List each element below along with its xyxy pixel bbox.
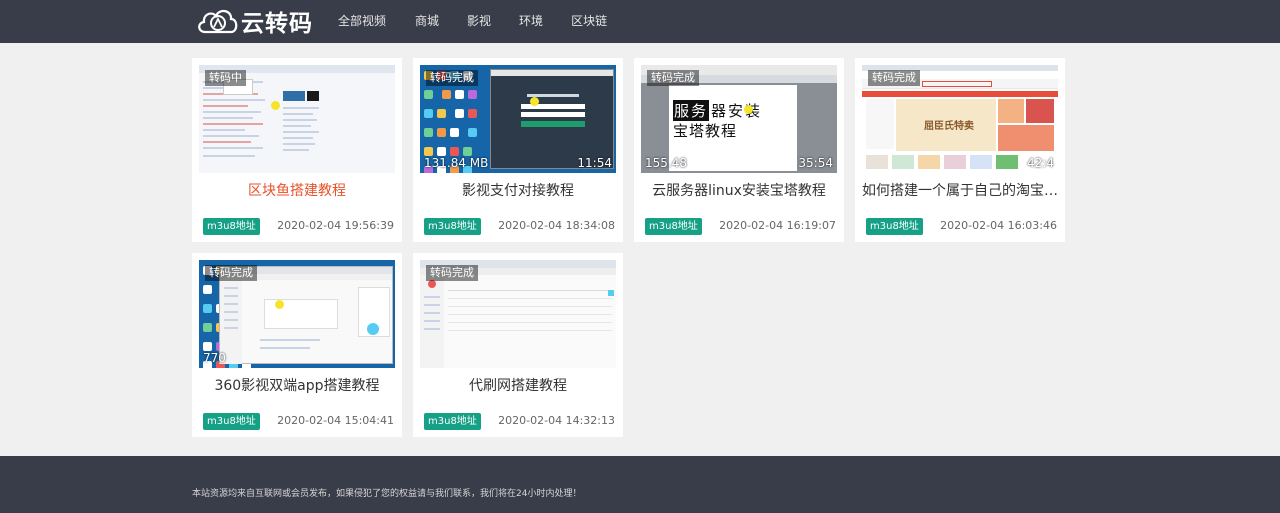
- file-size: 131.84 MB: [424, 156, 489, 170]
- video-card[interactable]: 转码完成 代刷网搭建教程 m3u8地址 2020-02-04 14:32:13: [413, 253, 623, 437]
- transcode-status-badge: 转码完成: [205, 265, 257, 281]
- nav-movies[interactable]: 影视: [467, 0, 491, 43]
- video-title[interactable]: 影视支付对接教程: [420, 180, 616, 200]
- video-title[interactable]: 代刷网搭建教程: [420, 375, 616, 395]
- file-size: 770: [203, 351, 226, 365]
- nav-blockchain[interactable]: 区块链: [571, 0, 607, 43]
- video-duration: 11:54: [577, 156, 612, 170]
- nav-all-videos[interactable]: 全部视频: [338, 0, 386, 43]
- m3u8-link-tag[interactable]: m3u8地址: [866, 218, 923, 235]
- nav-environment[interactable]: 环境: [519, 0, 543, 43]
- main-nav: 全部视频 商城 影视 环境 区块链: [338, 0, 635, 43]
- video-card[interactable]: 服务 器安装 宝塔教程 转码完成 155.48 35:54 云服务器linux安…: [634, 58, 844, 242]
- video-thumbnail[interactable]: 服务 器安装 宝塔教程 转码完成 155.48 35:54: [641, 65, 837, 173]
- transcode-status-badge: 转码完成: [426, 265, 478, 281]
- video-card[interactable]: 转码完成 770 360影视双端app搭建教程 m3u8地址 2020-02-0…: [192, 253, 402, 437]
- upload-date: 2020-02-04 14:32:13: [498, 414, 615, 427]
- m3u8-link-tag[interactable]: m3u8地址: [203, 413, 260, 430]
- video-duration: 35:54: [798, 156, 833, 170]
- upload-date: 2020-02-04 18:34:08: [498, 219, 615, 232]
- transcode-status-badge: 转码中: [205, 70, 246, 86]
- video-thumbnail[interactable]: 转码中: [199, 65, 395, 173]
- brand-logo[interactable]: 云转码: [195, 5, 313, 37]
- transcode-status-badge: 转码完成: [868, 70, 920, 86]
- video-title[interactable]: 如何搭建一个属于自己的淘宝客...: [862, 180, 1058, 200]
- video-title[interactable]: 区块鱼搭建教程: [199, 180, 395, 200]
- video-duration: 42:4: [1027, 156, 1054, 170]
- site-footer: 本站资源均来自互联网或会员发布，如果侵犯了您的权益请与我们联系，我们将在24小时…: [0, 456, 1280, 513]
- transcode-status-badge: 转码完成: [426, 70, 478, 86]
- video-thumbnail[interactable]: 转码完成: [420, 260, 616, 368]
- top-navbar: 云转码 全部视频 商城 影视 环境 区块链: [0, 0, 1280, 43]
- upload-date: 2020-02-04 15:04:41: [277, 414, 394, 427]
- video-thumbnail[interactable]: 转码完成 131.84 MB 11:54: [420, 65, 616, 173]
- m3u8-link-tag[interactable]: m3u8地址: [203, 218, 260, 235]
- video-thumbnail[interactable]: 屈臣氏特卖 转码完成 42:4: [862, 65, 1058, 173]
- m3u8-link-tag[interactable]: m3u8地址: [645, 218, 702, 235]
- video-card[interactable]: 转码完成 131.84 MB 11:54 影视支付对接教程 m3u8地址 202…: [413, 58, 623, 242]
- slide-text: 宝塔教程: [673, 122, 738, 140]
- m3u8-link-tag[interactable]: m3u8地址: [424, 218, 481, 235]
- video-thumbnail[interactable]: 转码完成 770: [199, 260, 395, 368]
- video-card[interactable]: 转码中 区块鱼搭建教程 m3u8地址 2020-02-04 19:56:39: [192, 58, 402, 242]
- slide-text-highlight: 服务: [673, 100, 710, 121]
- brand-name: 云转码: [241, 11, 313, 37]
- upload-date: 2020-02-04 19:56:39: [277, 219, 394, 232]
- m3u8-link-tag[interactable]: m3u8地址: [424, 413, 481, 430]
- file-size: 155.48: [645, 156, 687, 170]
- nav-shop[interactable]: 商城: [415, 0, 439, 43]
- video-title[interactable]: 云服务器linux安装宝塔教程: [641, 180, 837, 200]
- footer-notice: 本站资源均来自互联网或会员发布，如果侵犯了您的权益请与我们联系，我们将在24小时…: [192, 489, 582, 499]
- cloud-logo-icon: [195, 5, 239, 37]
- transcode-status-badge: 转码完成: [647, 70, 699, 86]
- upload-date: 2020-02-04 16:19:07: [719, 219, 836, 232]
- video-card[interactable]: 屈臣氏特卖 转码完成 42:4 如何搭建一个属于自己的淘宝客... m3u8地址…: [855, 58, 1065, 242]
- upload-date: 2020-02-04 16:03:46: [940, 219, 1057, 232]
- banner-text: 屈臣氏特卖: [924, 121, 974, 132]
- video-title[interactable]: 360影视双端app搭建教程: [199, 375, 395, 395]
- slide-text: 器安装: [711, 102, 763, 120]
